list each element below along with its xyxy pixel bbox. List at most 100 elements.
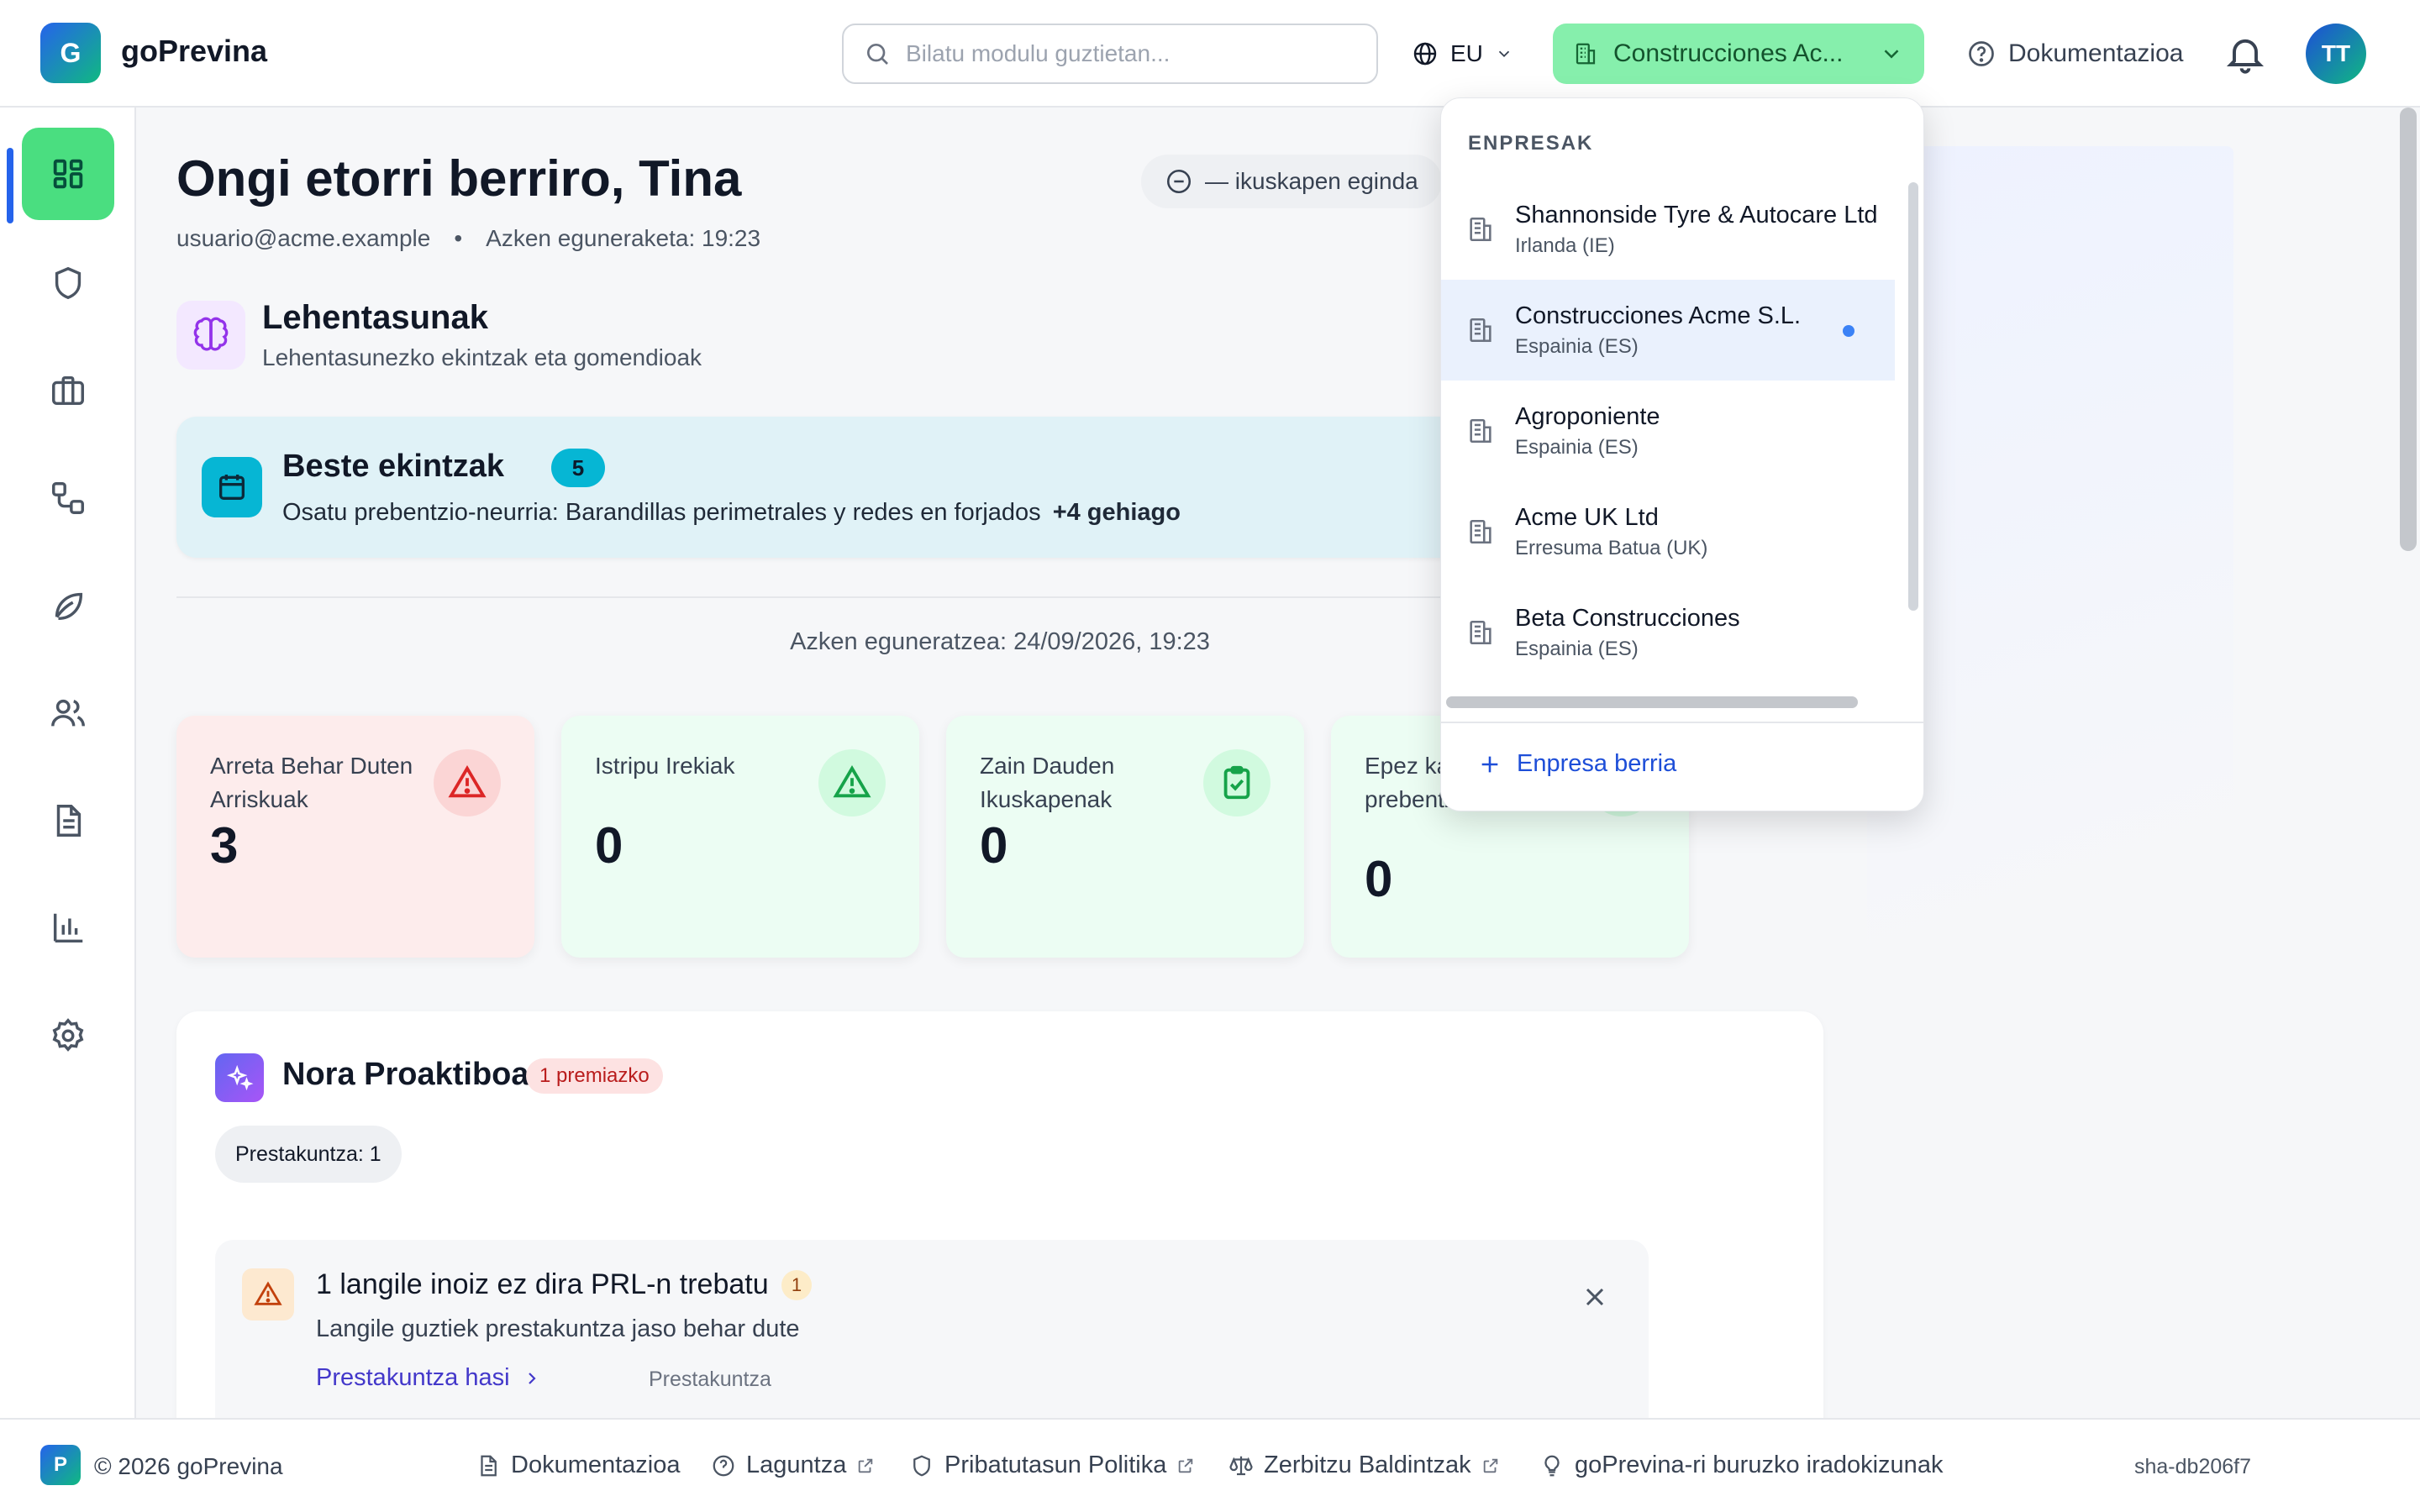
building-icon	[1576, 43, 1596, 65]
footer-link-label: Pribatutasun Politika	[944, 1452, 1167, 1478]
sidebar-item-reports[interactable]	[22, 882, 114, 974]
user-avatar[interactable]: TT	[2306, 24, 2366, 84]
stat-card-inspections[interactable]: Zain Dauden Ikuskapenak 0	[946, 716, 1304, 958]
search-box[interactable]	[842, 24, 1378, 84]
calendar-icon	[219, 475, 245, 500]
company-country: Espainia (ES)	[1515, 637, 1639, 660]
sidebar-item-processes[interactable]	[22, 452, 114, 544]
stat-value: 0	[1365, 851, 1393, 907]
shield-icon	[913, 1455, 930, 1476]
other-actions-count: 5	[551, 449, 605, 487]
stat-value: 0	[980, 817, 1008, 874]
company-name: Beta Construcciones	[1515, 604, 1740, 632]
sidebar	[0, 108, 136, 1418]
search-input[interactable]	[906, 40, 1343, 67]
company-option[interactable]: Beta Construcciones Espainia (ES)	[1441, 582, 1895, 683]
footer-link-label: goPrevina-ri buruzko iradokizunak	[1575, 1452, 1944, 1478]
start-training-link[interactable]: Prestakuntza hasi	[316, 1364, 542, 1392]
company-option-selected[interactable]: Construcciones Acme S.L. Espainia (ES)	[1441, 280, 1895, 381]
priorities-subtitle: Lehentasunezko ekintzak eta gomendioak	[262, 344, 702, 370]
language-label: EU	[1450, 40, 1483, 66]
sidebar-item-settings[interactable]	[22, 990, 114, 1082]
inspections-pill: — ikuskapen eginda	[1141, 155, 1442, 208]
start-training-label: Prestakuntza hasi	[316, 1364, 510, 1391]
globe-icon	[1413, 42, 1437, 66]
external-link-icon	[1179, 1458, 1193, 1473]
close-icon[interactable]	[1580, 1282, 1610, 1312]
app-name[interactable]: goPrevina	[121, 34, 267, 69]
selected-indicator-dot	[1843, 325, 1854, 337]
footer-link-privacy[interactable]: Pribatutasun Politika	[909, 1452, 1195, 1479]
footer-link-terms[interactable]: Zerbitzu Baldintzak	[1228, 1452, 1500, 1479]
company-selector-label: Construcciones Ac...	[1613, 39, 1844, 67]
footer-link-documentation[interactable]: Dokumentazioa	[476, 1452, 681, 1479]
last-update-time: Azken eguneraketa: 19:23	[486, 225, 761, 251]
alert-count: 1	[781, 1270, 812, 1300]
bar-chart-icon	[53, 913, 83, 943]
sparkles-icon	[226, 1064, 254, 1091]
documentation-label: Dokumentazioa	[2008, 39, 2184, 67]
nora-icon-box	[215, 1053, 264, 1102]
sidebar-item-work[interactable]	[22, 344, 114, 437]
dropdown-vertical-scrollbar[interactable]	[1908, 182, 1918, 611]
nora-proactive-card: Nora Proaktiboa 1 premiazko Prestakuntza…	[176, 1011, 1823, 1418]
stat-card-accidents[interactable]: Istripu Irekiak 0	[561, 716, 919, 958]
top-header: G goPrevina EU Construcciones Ac... Doku…	[0, 0, 2420, 108]
alert-category: Prestakuntza	[649, 1368, 771, 1391]
dropdown-heading: ENPRESAK	[1468, 132, 1594, 155]
new-company-label: Enpresa berria	[1517, 750, 1677, 777]
building-icon	[1470, 519, 1491, 544]
footer-copyright: © 2026 goPrevina	[94, 1453, 283, 1479]
page-scrollbar[interactable]	[2400, 108, 2417, 551]
sidebar-item-workers[interactable]	[22, 667, 114, 759]
app-logo[interactable]: G	[40, 23, 101, 83]
briefcase-icon	[52, 375, 84, 406]
company-name: Agroponiente	[1515, 402, 1660, 430]
sidebar-item-dashboard[interactable]	[22, 128, 114, 220]
footer-link-label: Dokumentazioa	[511, 1452, 681, 1478]
stat-value: 3	[210, 817, 239, 874]
bell-icon[interactable]	[2223, 32, 2267, 76]
chevron-right-icon	[528, 1372, 536, 1384]
company-name: Shannonside Tyre & Autocare Ltd	[1515, 201, 1878, 228]
dropdown-horizontal-scrollbar[interactable]	[1446, 696, 1858, 708]
footer: P © 2026 goPrevina Dokumentazioa Laguntz…	[0, 1418, 2420, 1512]
company-option[interactable]: Agroponiente Espainia (ES)	[1441, 381, 1895, 481]
stat-icon-box	[434, 749, 501, 816]
training-filter-chip[interactable]: Prestakuntza: 1	[215, 1126, 402, 1183]
warning-icon	[448, 764, 487, 798]
company-selector-button[interactable]: Construcciones Ac...	[1553, 24, 1924, 84]
chevron-down-icon	[1498, 50, 1510, 58]
stat-card-risks[interactable]: Arreta Behar Duten Arriskuak 3	[176, 716, 534, 958]
document-icon	[56, 805, 82, 837]
other-actions-description: Osatu prebentzio-neurria: Barandillas pe…	[282, 499, 1181, 527]
calendar-icon-box	[202, 457, 262, 517]
documentation-link[interactable]: Dokumentazioa	[1966, 30, 2183, 77]
external-link-icon	[1483, 1458, 1497, 1473]
sidebar-item-risks[interactable]	[22, 237, 114, 329]
sidebar-item-environment[interactable]	[22, 559, 114, 652]
footer-link-feedback[interactable]: goPrevina-ri buruzko iradokizunak	[1539, 1452, 1943, 1479]
other-actions-more[interactable]: +4 gehiago	[1053, 499, 1181, 526]
scale-icon	[1229, 1456, 1253, 1475]
company-name: Acme UK Ltd	[1515, 503, 1659, 531]
company-name: Construcciones Acme S.L.	[1515, 302, 1802, 329]
user-meta: usuario@acme.example • Azken eguneraketa…	[176, 225, 760, 252]
search-icon	[867, 44, 888, 65]
stat-icon-box	[818, 749, 886, 816]
language-selector[interactable]: EU	[1412, 30, 1513, 77]
company-option[interactable]: Acme UK Ltd Erresuma Batua (UK)	[1441, 481, 1895, 582]
build-version: sha-db206f7	[2134, 1455, 2252, 1478]
new-company-button[interactable]: Enpresa berria	[1478, 750, 1676, 778]
shield-icon	[55, 266, 82, 300]
footer-link-help[interactable]: Laguntza	[711, 1452, 875, 1479]
help-circle-icon	[1969, 41, 1994, 66]
company-option[interactable]: Shannonside Tyre & Autocare Ltd Irlanda (…	[1441, 179, 1895, 280]
sidebar-item-documents[interactable]	[22, 774, 114, 867]
warning-icon	[833, 764, 871, 798]
training-alert: 1 langile inoiz ez dira PRL-n trebatu 1 …	[215, 1240, 1649, 1418]
other-actions-text: Osatu prebentzio-neurria: Barandillas pe…	[282, 499, 1041, 526]
lightbulb-icon	[1544, 1455, 1560, 1476]
nora-title: Nora Proaktiboa	[282, 1057, 529, 1092]
workflow-icon	[52, 482, 84, 514]
